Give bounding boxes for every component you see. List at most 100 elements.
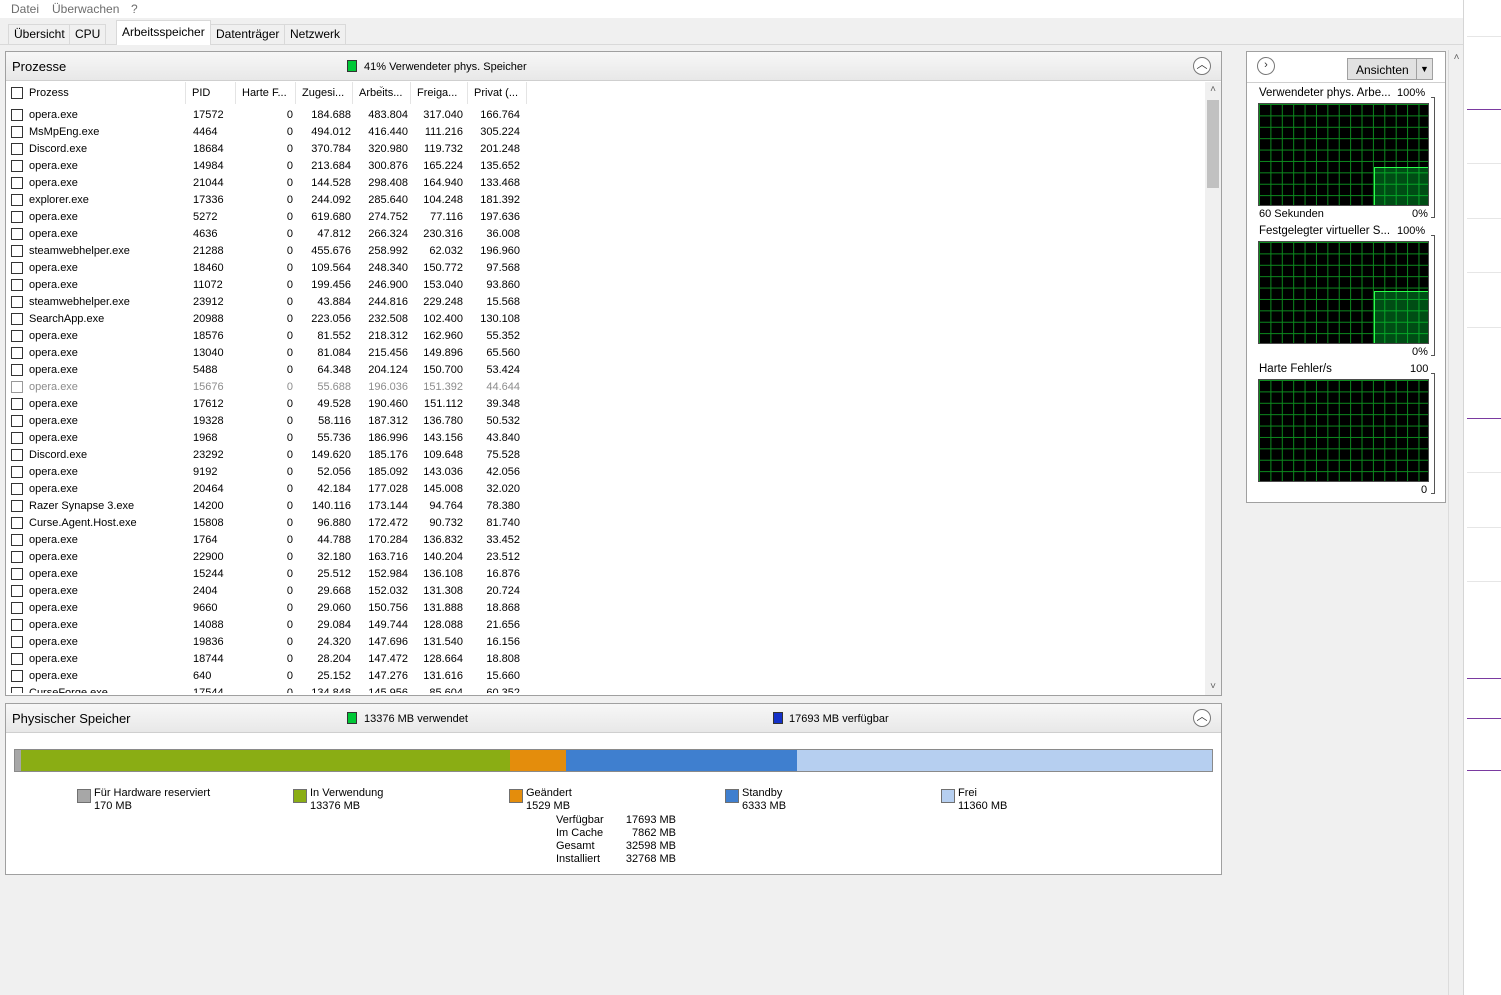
menu-monitor[interactable]: Überwachen: [52, 2, 119, 16]
process-row[interactable]: Curse.Agent.Host.exe 15808 0 96.880 172.472 9…: [6, 515, 531, 532]
process-checkbox[interactable]: [11, 262, 23, 274]
col-commit[interactable]: Zugesi...: [296, 82, 353, 104]
processes-header[interactable]: Prozesse 41% Verwendeter phys. Speicher …: [6, 52, 1221, 81]
process-row[interactable]: steamwebhelper.exe 21288 0 455.676 258.992 62…: [6, 243, 531, 260]
process-checkbox[interactable]: [11, 500, 23, 512]
process-row[interactable]: opera.exe 640 0 25.152 147.276 131.616 15.660: [6, 668, 531, 685]
process-row[interactable]: opera.exe 18744 0 28.204 147.472 128.664 18.80…: [6, 651, 531, 668]
process-private: 50.532: [486, 415, 520, 427]
process-checkbox[interactable]: [11, 670, 23, 682]
process-row[interactable]: opera.exe 14088 0 29.084 149.744 128.088 21.65…: [6, 617, 531, 634]
process-row[interactable]: opera.exe 18576 0 81.552 218.312 162.960 55.35…: [6, 328, 531, 345]
process-checkbox[interactable]: [11, 126, 23, 138]
views-dropdown[interactable]: Ansichten ▼: [1347, 58, 1433, 80]
menu-file[interactable]: Datei: [11, 2, 39, 16]
col-working-set[interactable]: ⌄ Arbeits...: [353, 82, 411, 104]
process-row[interactable]: opera.exe 17572 0 184.688 483.804 317.040 166.…: [6, 107, 531, 124]
process-checkbox[interactable]: [11, 177, 23, 189]
process-checkbox[interactable]: [11, 415, 23, 427]
process-checkbox[interactable]: [11, 211, 23, 223]
process-checkbox[interactable]: [11, 568, 23, 580]
process-row[interactable]: MsMpEng.exe 4464 0 494.012 416.440 111.216 305…: [6, 124, 531, 141]
tab-disk[interactable]: Datenträger: [210, 24, 286, 44]
menu-help[interactable]: ?: [131, 2, 138, 16]
process-checkbox[interactable]: [11, 517, 23, 529]
process-row[interactable]: explorer.exe 17336 0 244.092 285.640 104.248 1…: [6, 192, 531, 209]
col-private[interactable]: Privat (...: [468, 82, 527, 104]
process-checkbox[interactable]: [11, 313, 23, 325]
expand-right-icon[interactable]: ›: [1257, 57, 1275, 75]
process-checkbox[interactable]: [11, 432, 23, 444]
process-row[interactable]: opera.exe 22900 0 32.180 163.716 140.204 23.51…: [6, 549, 531, 566]
process-checkbox[interactable]: [11, 653, 23, 665]
process-row[interactable]: opera.exe 1764 0 44.788 170.284 136.832 33.452: [6, 532, 531, 549]
process-checkbox[interactable]: [11, 296, 23, 308]
col-hard-faults[interactable]: Harte F...: [236, 82, 296, 104]
process-checkbox[interactable]: [11, 585, 23, 597]
process-row[interactable]: opera.exe 9192 0 52.056 185.092 143.036 42.056: [6, 464, 531, 481]
process-checkbox[interactable]: [11, 636, 23, 648]
process-checkbox[interactable]: [11, 534, 23, 546]
process-row[interactable]: opera.exe 19328 0 58.116 187.312 136.780 50.53…: [6, 413, 531, 430]
process-checkbox[interactable]: [11, 602, 23, 614]
process-row[interactable]: opera.exe 19836 0 24.320 147.696 131.540 16.15…: [6, 634, 531, 651]
scroll-down-icon[interactable]: ˅: [1205, 679, 1221, 695]
process-checkbox[interactable]: [11, 228, 23, 240]
collapse-up-icon[interactable]: ︿: [1193, 57, 1211, 75]
tab-network[interactable]: Netzwerk: [284, 24, 347, 44]
process-row[interactable]: opera.exe 13040 0 81.084 215.456 149.896 65.56…: [6, 345, 531, 362]
process-checkbox[interactable]: [11, 245, 23, 257]
process-checkbox[interactable]: [11, 279, 23, 291]
window-scrollbar[interactable]: ˄: [1448, 50, 1463, 995]
col-process[interactable]: Prozess: [6, 82, 186, 104]
select-all-checkbox[interactable]: [11, 87, 23, 99]
col-shareable[interactable]: Freiga...: [411, 82, 468, 104]
process-row[interactable]: opera.exe 11072 0 199.456 246.900 153.040 93.8…: [6, 277, 531, 294]
process-row[interactable]: opera.exe 15244 0 25.512 152.984 136.108 16.87…: [6, 566, 531, 583]
process-checkbox[interactable]: [11, 109, 23, 121]
scroll-up-icon[interactable]: ˄: [1205, 82, 1221, 98]
process-scrollbar[interactable]: ˄ ˅: [1205, 82, 1221, 695]
process-checkbox[interactable]: [11, 449, 23, 461]
process-checkbox[interactable]: [11, 466, 23, 478]
process-row[interactable]: Discord.exe 18684 0 370.784 320.980 119.732 20…: [6, 141, 531, 158]
process-checkbox[interactable]: [11, 483, 23, 495]
process-row[interactable]: opera.exe 18460 0 109.564 248.340 150.772 97.5…: [6, 260, 531, 277]
process-row[interactable]: opera.exe 9660 0 29.060 150.756 131.888 18.868: [6, 600, 531, 617]
process-row[interactable]: opera.exe 21044 0 144.528 298.408 164.940 133.…: [6, 175, 531, 192]
process-row[interactable]: CurseForge.exe 17544 0 134.848 145.956 85.604…: [6, 685, 531, 693]
process-checkbox[interactable]: [11, 551, 23, 563]
process-row[interactable]: opera.exe 15676 0 55.688 196.036 151.392 44.64…: [6, 379, 531, 396]
process-checkbox[interactable]: [11, 381, 23, 393]
process-checkbox[interactable]: [11, 364, 23, 376]
tab-overview[interactable]: Übersicht: [8, 24, 71, 44]
process-checkbox[interactable]: [11, 143, 23, 155]
process-shareable: 131.616: [423, 670, 463, 682]
process-row[interactable]: opera.exe 14984 0 213.684 300.876 165.224 135.…: [6, 158, 531, 175]
process-checkbox[interactable]: [11, 194, 23, 206]
process-checkbox[interactable]: [11, 398, 23, 410]
process-row[interactable]: steamwebhelper.exe 23912 0 43.884 244.816 229…: [6, 294, 531, 311]
process-checkbox[interactable]: [11, 160, 23, 172]
process-row[interactable]: Razer Synapse 3.exe 14200 0 140.116 173.144 9…: [6, 498, 531, 515]
process-checkbox[interactable]: [11, 330, 23, 342]
process-row[interactable]: opera.exe 5488 0 64.348 204.124 150.700 53.424: [6, 362, 531, 379]
process-row[interactable]: opera.exe 20464 0 42.184 177.028 145.008 32.02…: [6, 481, 531, 498]
process-row[interactable]: opera.exe 2404 0 29.668 152.032 131.308 20.724: [6, 583, 531, 600]
scroll-up-icon[interactable]: ˄: [1449, 50, 1464, 66]
process-row[interactable]: opera.exe 5272 0 619.680 274.752 77.116 197.63…: [6, 209, 531, 226]
physical-memory-header[interactable]: Physischer Speicher 13376 MB verwendet 1…: [6, 704, 1221, 733]
tab-cpu[interactable]: CPU: [69, 24, 107, 44]
process-checkbox[interactable]: [11, 687, 23, 693]
process-row[interactable]: opera.exe 1968 0 55.736 186.996 143.156 43.840: [6, 430, 531, 447]
scroll-thumb[interactable]: [1207, 100, 1219, 188]
collapse-up-icon[interactable]: ︿: [1193, 709, 1211, 727]
process-checkbox[interactable]: [11, 347, 23, 359]
process-row[interactable]: SearchApp.exe 20988 0 223.056 232.508 102.400…: [6, 311, 531, 328]
tab-memory[interactable]: Arbeitsspeicher: [116, 20, 211, 45]
col-pid[interactable]: PID: [186, 82, 236, 104]
process-checkbox[interactable]: [11, 619, 23, 631]
process-row[interactable]: opera.exe 17612 0 49.528 190.460 151.112 39.34…: [6, 396, 531, 413]
process-row[interactable]: opera.exe 4636 0 47.812 266.324 230.316 36.008: [6, 226, 531, 243]
process-row[interactable]: Discord.exe 23292 0 149.620 185.176 109.648 75…: [6, 447, 531, 464]
